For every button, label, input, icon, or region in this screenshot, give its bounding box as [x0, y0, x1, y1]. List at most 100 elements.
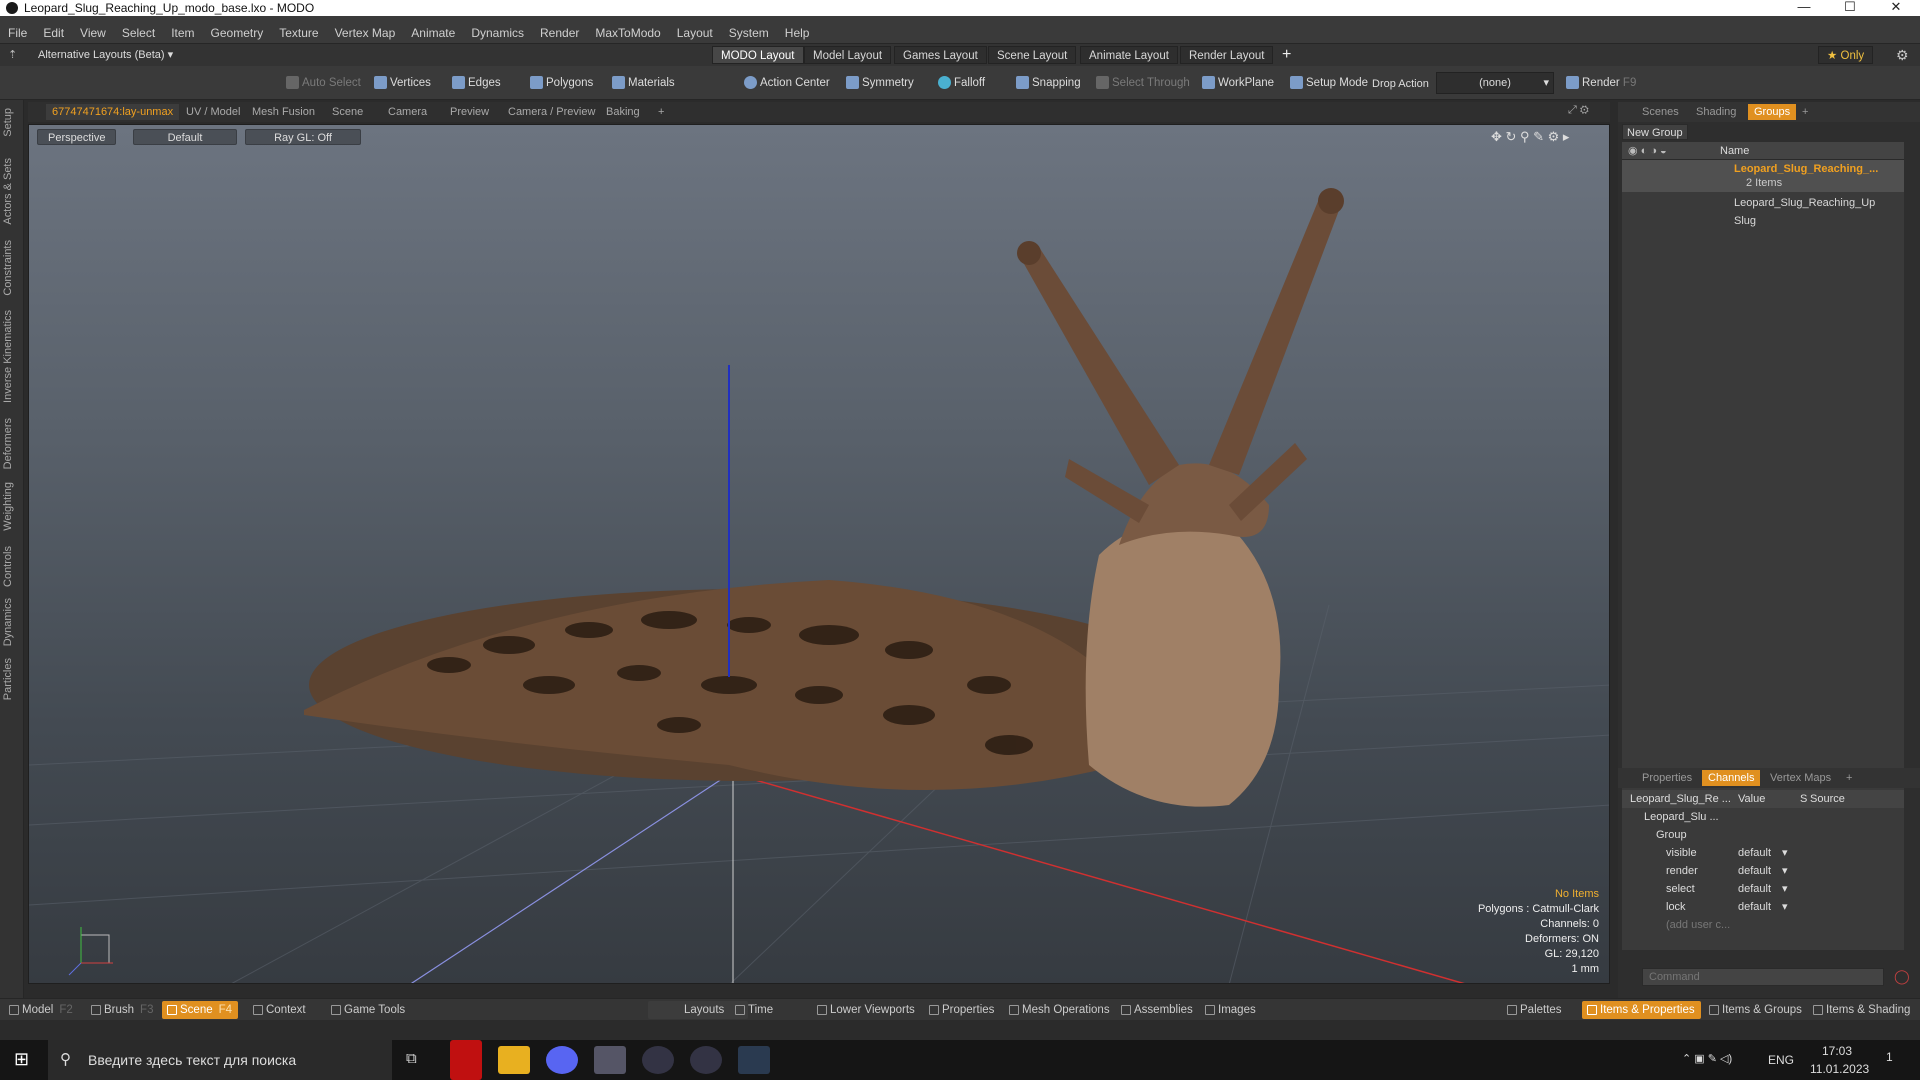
menu-maxtomodo[interactable]: MaxToModo: [587, 22, 668, 44]
tab-setup[interactable]: Setup: [2, 108, 14, 137]
menu-item[interactable]: Item: [163, 22, 202, 44]
setup-mode-button[interactable]: Setup Mode: [1286, 72, 1372, 94]
tab-shading[interactable]: Shading: [1690, 104, 1742, 120]
tab-mesh-fusion[interactable]: Mesh Fusion: [246, 104, 321, 120]
render-button[interactable]: Render F9: [1562, 72, 1640, 94]
tab-actors-sets[interactable]: Actors & Sets: [2, 158, 14, 225]
tab-uv-model[interactable]: UV / Model: [180, 104, 246, 120]
browser2-icon[interactable]: [690, 1046, 722, 1074]
falloff-button[interactable]: Falloff: [934, 72, 989, 94]
opera-icon[interactable]: [450, 1040, 482, 1080]
tab-dynamics[interactable]: Dynamics: [2, 598, 14, 646]
list-item[interactable]: Leopard_Slug_Reaching_Up: [1622, 194, 1904, 212]
action-center-button[interactable]: Action Center: [740, 72, 834, 94]
tab-particles[interactable]: Particles: [2, 658, 14, 700]
name-column-header[interactable]: Name: [1720, 142, 1749, 160]
tab-properties[interactable]: Properties: [1636, 770, 1698, 786]
maximize-button[interactable]: ☐: [1828, 0, 1872, 16]
menu-animate[interactable]: Animate: [403, 22, 463, 44]
materials-button[interactable]: Materials: [608, 72, 679, 94]
lower-viewports-button[interactable]: Lower Viewports: [812, 1001, 921, 1019]
channel-row-lock[interactable]: lock default ▾: [1622, 898, 1904, 916]
browser-icon[interactable]: [642, 1046, 674, 1074]
channels-root-row[interactable]: Leopard_Slu ...: [1622, 808, 1904, 826]
tab-camera[interactable]: Camera: [382, 104, 433, 120]
task-view-icon[interactable]: ⧉: [406, 1050, 417, 1067]
language-indicator[interactable]: ENG: [1768, 1053, 1794, 1067]
menu-layout[interactable]: Layout: [669, 22, 721, 44]
tab-vertex-maps[interactable]: Vertex Maps: [1764, 770, 1837, 786]
game-tools-tab-button[interactable]: Game Tools: [326, 1001, 411, 1019]
context-tab-button[interactable]: Context: [248, 1001, 312, 1019]
tab-channels[interactable]: Channels: [1702, 770, 1761, 786]
items-groups-button[interactable]: Items & Groups: [1704, 1001, 1808, 1019]
tab-camera-preview[interactable]: Camera / Preview: [502, 104, 601, 120]
mesh-operations-button[interactable]: Mesh Operations: [1004, 1001, 1116, 1019]
menu-select[interactable]: Select: [114, 22, 163, 44]
minimize-button[interactable]: —: [1782, 0, 1826, 16]
add-viewport-tab-button[interactable]: +: [652, 104, 670, 120]
taskbar-search-box[interactable]: ⚲ Введите здесь текст для поиска: [48, 1040, 392, 1080]
tab-groups[interactable]: Groups: [1748, 104, 1797, 120]
file-explorer-icon[interactable]: [498, 1046, 530, 1074]
channel-row-visible[interactable]: visible default ▾: [1622, 844, 1904, 862]
items-properties-button[interactable]: Items & Properties: [1582, 1001, 1701, 1019]
model-tab-button[interactable]: Model F2: [4, 1001, 79, 1019]
tray-icons[interactable]: ⌃ ▣ ✎ ◁): [1682, 1052, 1732, 1065]
tab-modo-layout[interactable]: MODO Layout: [712, 46, 804, 64]
auto-select-button[interactable]: Auto Select: [282, 72, 365, 94]
source-column-header[interactable]: Source: [1810, 790, 1845, 808]
tab-scene-layout[interactable]: Scene Layout: [988, 46, 1077, 64]
channel-row-render[interactable]: render default ▾: [1622, 862, 1904, 880]
menu-view[interactable]: View: [72, 22, 114, 44]
tab-preview[interactable]: Preview: [444, 104, 495, 120]
only-button[interactable]: ★ Only: [1818, 46, 1874, 64]
menu-render[interactable]: Render: [532, 22, 587, 44]
discord-icon[interactable]: [546, 1046, 578, 1074]
group-row[interactable]: Leopard_Slug_Reaching_... 2 Items: [1622, 160, 1904, 192]
tab-scenes[interactable]: Scenes: [1636, 104, 1685, 120]
workplane-button[interactable]: WorkPlane: [1198, 72, 1278, 94]
tab-scene[interactable]: Scene: [326, 104, 369, 120]
menu-help[interactable]: Help: [777, 22, 818, 44]
app-icon[interactable]: [594, 1046, 626, 1074]
tab-games-layout[interactable]: Games Layout: [894, 46, 987, 64]
channel-row-select[interactable]: select default ▾: [1622, 880, 1904, 898]
list-item[interactable]: Slug: [1622, 212, 1904, 230]
menu-texture[interactable]: Texture: [271, 22, 326, 44]
clock-time[interactable]: 17:03: [1822, 1044, 1852, 1058]
brush-tab-button[interactable]: Brush F3: [86, 1001, 159, 1019]
tab-constraints[interactable]: Constraints: [2, 240, 14, 296]
visibility-eye-icon[interactable]: ◉ ◐ ◑ ◒: [1628, 142, 1667, 160]
edges-button[interactable]: Edges: [448, 72, 505, 94]
vertices-button[interactable]: Vertices: [370, 72, 435, 94]
images-button[interactable]: Images: [1200, 1001, 1262, 1019]
alternative-layouts-dropdown[interactable]: Alternative Layouts (Beta) ▾: [38, 48, 173, 61]
palettes-button[interactable]: Palettes: [1502, 1001, 1568, 1019]
items-shading-button[interactable]: Items & Shading: [1808, 1001, 1916, 1019]
new-group-button[interactable]: New Group: [1622, 124, 1688, 140]
modo-taskbar-icon[interactable]: [738, 1046, 770, 1074]
3d-viewport[interactable]: Perspective Default Ray GL: Off ✥ ↻ ⚲ ✎ …: [28, 124, 1610, 984]
add-layout-button[interactable]: +: [1282, 46, 1291, 64]
add-panel-tab-button[interactable]: +: [1796, 104, 1814, 120]
menu-file[interactable]: File: [0, 22, 35, 44]
clock-date[interactable]: 11.01.2023: [1810, 1062, 1869, 1076]
channels-group-row[interactable]: Group: [1622, 826, 1904, 844]
tab-baking[interactable]: Baking: [600, 104, 646, 120]
tab-animate-layout[interactable]: Animate Layout: [1080, 46, 1178, 64]
menu-system[interactable]: System: [721, 22, 777, 44]
add-user-channel-row[interactable]: (add user c...: [1622, 916, 1904, 934]
tab-inverse-kinematics[interactable]: Inverse Kinematics: [2, 310, 14, 403]
layout-up-arrow-icon[interactable]: ⇡: [8, 48, 17, 61]
properties-button[interactable]: Properties: [924, 1001, 1000, 1019]
command-input[interactable]: [1642, 968, 1884, 986]
tab-weighting[interactable]: Weighting: [2, 482, 14, 531]
command-field[interactable]: [1643, 969, 1883, 985]
select-through-button[interactable]: Select Through: [1092, 72, 1194, 94]
tab-render-layout[interactable]: Render Layout: [1180, 46, 1274, 64]
viewport-expand-icon[interactable]: ⤢ ⚙: [1568, 104, 1589, 117]
close-button[interactable]: ✕: [1874, 0, 1918, 16]
item-column-header[interactable]: Leopard_Slug_Re ...: [1630, 790, 1731, 808]
polygons-button[interactable]: Polygons: [526, 72, 597, 94]
